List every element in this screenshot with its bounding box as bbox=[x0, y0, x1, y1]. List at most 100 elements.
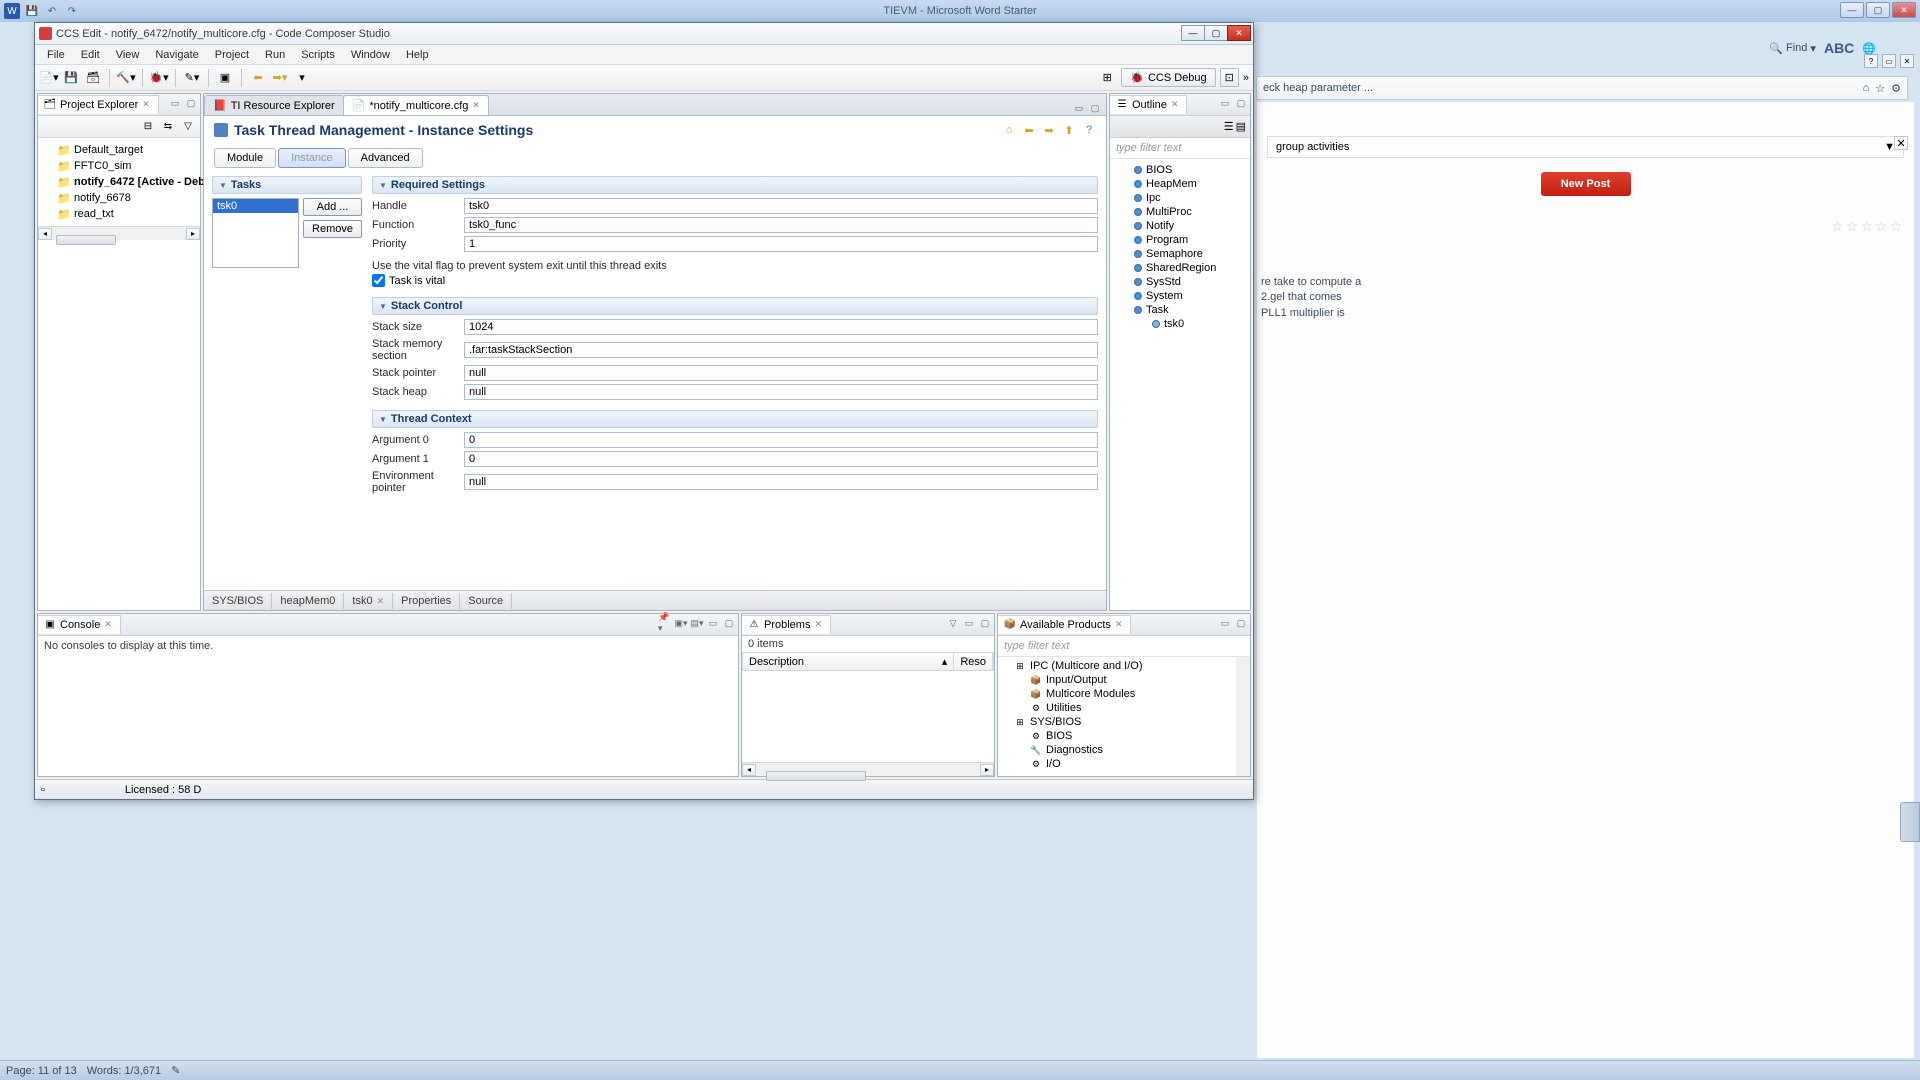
perspective-ccs-debug[interactable]: 🐞 CCS Debug bbox=[1121, 68, 1215, 87]
terminal-icon[interactable]: ▣ bbox=[215, 68, 235, 88]
spellcheck-icon[interactable]: ABC bbox=[1824, 40, 1854, 56]
back-nav-icon[interactable]: ⬅ bbox=[1022, 123, 1036, 137]
tab-module[interactable]: Module bbox=[214, 148, 276, 168]
stacksize-input[interactable] bbox=[464, 319, 1098, 335]
ccs-titlebar[interactable]: CCS Edit - notify_6472/notify_multicore.… bbox=[35, 23, 1253, 45]
outline-item[interactable]: Task bbox=[1112, 303, 1248, 317]
add-task-button[interactable]: Add ... bbox=[303, 198, 362, 216]
menu-project[interactable]: Project bbox=[207, 47, 257, 63]
bottom-tab[interactable]: Source bbox=[460, 593, 512, 609]
maximize-panel-icon[interactable]: ▢ bbox=[184, 96, 198, 110]
project-hscroll[interactable]: ◂ ▸ bbox=[38, 226, 200, 240]
arg1-input[interactable] bbox=[464, 451, 1098, 467]
tab-instance[interactable]: Instance bbox=[278, 148, 346, 168]
maximize-editor-icon[interactable]: ▢ bbox=[1088, 101, 1102, 115]
outline-item[interactable]: SysStd bbox=[1112, 275, 1248, 289]
rating-stars[interactable]: ☆☆☆☆☆ bbox=[1267, 218, 1904, 235]
vital-checkbox[interactable] bbox=[372, 274, 385, 287]
product-node[interactable]: ⚙I/O bbox=[1000, 757, 1234, 771]
debug-icon[interactable]: 🐞▾ bbox=[149, 68, 169, 88]
product-node[interactable]: 🔧Diagnostics bbox=[1000, 743, 1234, 757]
stack-header[interactable]: ▼ Stack Control bbox=[372, 297, 1098, 315]
minimize-editor-icon[interactable]: ▭ bbox=[1072, 101, 1086, 115]
close-tab-icon[interactable]: ✕ bbox=[142, 99, 150, 110]
word-minimize-button[interactable]: — bbox=[1840, 2, 1864, 18]
project-item[interactable]: 📁FFTC0_sim bbox=[40, 158, 198, 174]
product-node[interactable]: ⊞IPC (Multicore and I/O) bbox=[1000, 659, 1234, 673]
word-close-button[interactable]: ✕ bbox=[1892, 2, 1916, 18]
perspective-other[interactable]: ⊡ bbox=[1220, 68, 1239, 87]
maximize-panel-icon[interactable]: ▢ bbox=[1234, 96, 1248, 110]
flash-icon[interactable]: ✎▾ bbox=[182, 68, 202, 88]
help-nav-icon[interactable]: ? bbox=[1082, 123, 1096, 137]
project-item[interactable]: 📁read_txt bbox=[40, 206, 198, 222]
open-perspective-icon[interactable]: ⊞ bbox=[1097, 68, 1117, 88]
maximize-panel-icon[interactable]: ▢ bbox=[722, 616, 736, 630]
ribbon-min-icon[interactable]: ▭ bbox=[1882, 54, 1896, 68]
menu-edit[interactable]: Edit bbox=[73, 47, 108, 63]
view-menu-icon[interactable]: ▽ bbox=[946, 616, 960, 630]
word-maximize-button[interactable]: ▢ bbox=[1866, 2, 1890, 18]
task-item-tsk0[interactable]: tsk0 bbox=[213, 199, 298, 213]
new-post-button[interactable]: New Post bbox=[1541, 172, 1631, 196]
col-description[interactable]: Description▴ bbox=[743, 653, 954, 670]
minimize-panel-icon[interactable]: ▭ bbox=[168, 96, 182, 110]
close-tab-icon[interactable]: ✕ bbox=[814, 619, 822, 630]
close-pane-icon[interactable]: ✕ bbox=[1894, 136, 1908, 150]
nav-dropdown-icon[interactable]: ▾ bbox=[292, 68, 312, 88]
outline-tree[interactable]: BIOSHeapMemIpcMultiProcNotifyProgramSema… bbox=[1110, 159, 1250, 610]
project-item[interactable]: 📁notify_6678 bbox=[40, 190, 198, 206]
problems-table-header[interactable]: Description▴ Reso bbox=[742, 652, 994, 671]
save-icon[interactable]: 💾 bbox=[61, 68, 81, 88]
menu-scripts[interactable]: Scripts bbox=[293, 47, 343, 63]
tab-advanced[interactable]: Advanced bbox=[348, 148, 423, 168]
link-editor-icon[interactable]: ⇆ bbox=[160, 119, 176, 135]
up-nav-icon[interactable]: ⬆ bbox=[1062, 123, 1076, 137]
open-console-icon[interactable]: ▤▾ bbox=[690, 616, 704, 630]
back-icon[interactable]: ⬅ bbox=[248, 68, 268, 88]
arg0-input[interactable] bbox=[464, 432, 1098, 448]
console-tab[interactable]: ▣ Console ✕ bbox=[38, 615, 121, 634]
page-indicator[interactable]: Page: 11 of 13 bbox=[6, 1065, 77, 1077]
product-node[interactable]: ⚙Utilities bbox=[1000, 701, 1234, 715]
minimize-panel-icon[interactable]: ▭ bbox=[706, 616, 720, 630]
products-filter-input[interactable]: type filter text bbox=[998, 636, 1250, 657]
group-activities-dropdown[interactable]: group activities▼ bbox=[1267, 136, 1904, 158]
bottom-tab[interactable]: Properties bbox=[393, 593, 460, 609]
menu-file[interactable]: File bbox=[39, 47, 73, 63]
find-button[interactable]: 🔍 Find ▾ bbox=[1769, 42, 1816, 55]
new-icon[interactable]: 📄▾ bbox=[39, 68, 59, 88]
maximize-panel-icon[interactable]: ▢ bbox=[978, 616, 992, 630]
menu-help[interactable]: Help bbox=[398, 47, 437, 63]
products-tree[interactable]: ⊞IPC (Multicore and I/O)📦Input/Output📦Mu… bbox=[998, 657, 1250, 776]
bottom-tab[interactable]: SYS/BIOS bbox=[204, 593, 272, 609]
word-count[interactable]: Words: 1/3,671 bbox=[87, 1065, 161, 1077]
stackpointer-input[interactable] bbox=[464, 365, 1098, 381]
close-tab-icon[interactable]: ✕ bbox=[377, 596, 385, 606]
problems-hscroll[interactable]: ◂ ▸ bbox=[742, 762, 994, 776]
ribbon-close-icon[interactable]: ✕ bbox=[1900, 54, 1914, 68]
stackheap-input[interactable] bbox=[464, 384, 1098, 400]
product-node[interactable]: ⊞SYS/BIOS bbox=[1000, 715, 1234, 729]
perspective-more-icon[interactable]: » bbox=[1243, 72, 1249, 84]
product-node[interactable]: 📦Input/Output bbox=[1000, 673, 1234, 687]
minimize-panel-icon[interactable]: ▭ bbox=[1218, 96, 1232, 110]
remove-task-button[interactable]: Remove bbox=[303, 220, 362, 238]
undo-icon[interactable]: ↶ bbox=[44, 3, 60, 19]
outline-filter-input[interactable]: type filter text bbox=[1110, 138, 1250, 159]
fwd-nav-icon[interactable]: ➡ bbox=[1042, 123, 1056, 137]
priority-input[interactable] bbox=[464, 236, 1098, 252]
project-item[interactable]: 📁notify_6472 [Active - Debug] bbox=[40, 174, 198, 190]
minimize-panel-icon[interactable]: ▭ bbox=[1218, 616, 1232, 630]
outline-view2-icon[interactable]: ▤ bbox=[1236, 120, 1246, 133]
outline-item[interactable]: System bbox=[1112, 289, 1248, 303]
build-icon[interactable]: 🔨▾ bbox=[116, 68, 136, 88]
product-node[interactable]: ⚙BIOS bbox=[1000, 729, 1234, 743]
home-icon[interactable]: ⌂ bbox=[1863, 82, 1870, 95]
saveall-icon[interactable]: 🗃 bbox=[83, 68, 103, 88]
redo-icon[interactable]: ↷ bbox=[64, 3, 80, 19]
function-input[interactable] bbox=[464, 217, 1098, 233]
product-node[interactable]: 📦Multicore Modules bbox=[1000, 687, 1234, 701]
close-tab-icon[interactable]: ✕ bbox=[104, 619, 112, 630]
ccs-close-button[interactable]: ✕ bbox=[1227, 25, 1251, 41]
